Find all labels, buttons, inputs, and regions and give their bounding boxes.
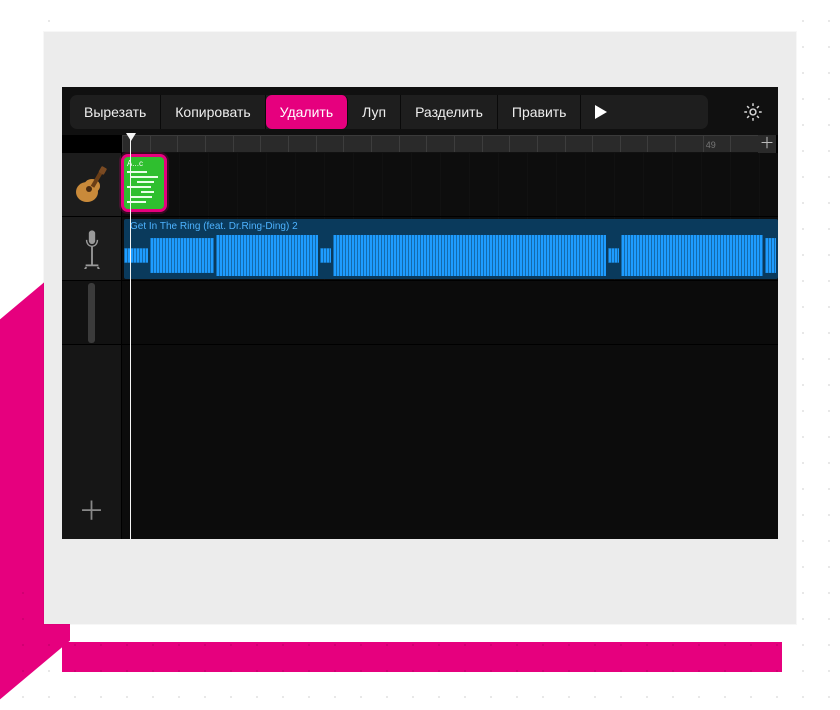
track-header-mic[interactable] (62, 217, 121, 281)
guitar-icon (72, 165, 112, 205)
track-header-guitar[interactable] (62, 153, 121, 217)
timeline-ruler[interactable]: 49 (122, 135, 758, 153)
loop-menu-item[interactable]: Луп (348, 95, 401, 129)
waveform (124, 235, 778, 276)
more-menu-item[interactable] (581, 95, 621, 129)
audio-clip-title: Get In The Ring (feat. Dr.Ring-Ding) 2 (130, 221, 298, 232)
drag-handle-icon (88, 283, 95, 343)
empty-track-lane[interactable] (122, 281, 778, 345)
add-track-button[interactable]: ＋ (62, 479, 121, 539)
settings-button[interactable] (738, 97, 768, 127)
audio-clip[interactable]: Get In The Ring (feat. Dr.Ring-Ding) 2 (124, 219, 778, 279)
track-header-empty[interactable] (62, 281, 121, 345)
screenshot-frame: Вырезать Копировать Удалить Луп Разделит… (44, 32, 796, 624)
daw-app: Вырезать Копировать Удалить Луп Разделит… (62, 87, 778, 539)
clip-context-menu: Вырезать Копировать Удалить Луп Разделит… (70, 95, 708, 129)
copy-menu-item[interactable]: Копировать (161, 95, 265, 129)
midi-track-lane[interactable]: A...c (122, 153, 778, 217)
track-headers: ＋ (62, 153, 122, 539)
audio-track-lane[interactable]: Get In The Ring (feat. Dr.Ring-Ding) 2 (122, 217, 778, 281)
top-toolbar: Вырезать Копировать Удалить Луп Разделит… (62, 87, 778, 135)
playhead[interactable] (130, 135, 131, 539)
midi-notes-preview (127, 171, 161, 203)
split-menu-item[interactable]: Разделить (401, 95, 498, 129)
midi-clip-title: A...c (127, 159, 161, 168)
delete-menu-item[interactable]: Удалить (266, 95, 348, 129)
edit-menu-item[interactable]: Править (498, 95, 582, 129)
decorative-pink-bar (62, 642, 782, 672)
gear-icon (742, 101, 764, 123)
microphone-icon (81, 229, 103, 269)
cut-menu-item[interactable]: Вырезать (70, 95, 161, 129)
ruler-tick: 49 (703, 136, 731, 152)
add-section-button[interactable]: ＋ (758, 135, 776, 153)
track-lanes: A...c Get In The Ring (feat. Dr.Ring-Din… (122, 153, 778, 539)
